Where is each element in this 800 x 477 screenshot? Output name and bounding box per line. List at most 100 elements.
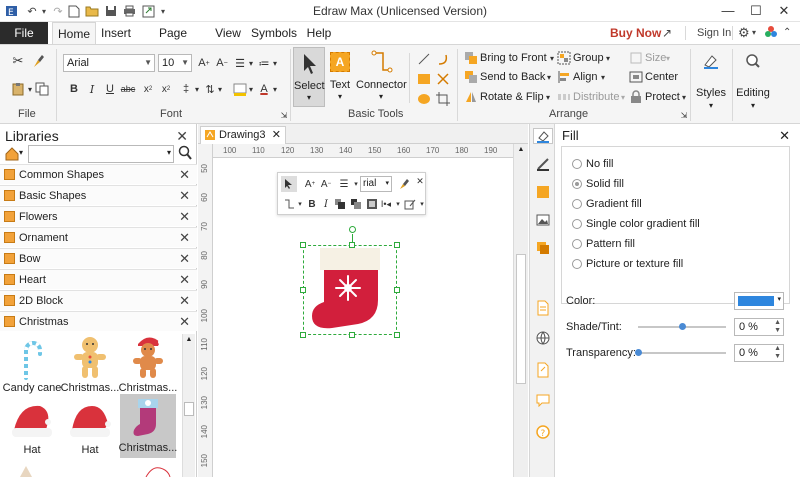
canvas-vertical-scrollbar[interactable]: ▲ xyxy=(513,144,528,477)
center-icon[interactable] xyxy=(628,69,644,85)
line-tool-icon[interactable] xyxy=(416,51,432,67)
superscript-icon[interactable]: x2 xyxy=(158,81,174,97)
minimize-button[interactable]: — xyxy=(718,2,738,20)
shade-tint-slider-knob[interactable] xyxy=(679,323,686,330)
scroll-thumb[interactable] xyxy=(184,402,194,416)
styles-button[interactable]: Styles ▾ xyxy=(694,47,728,117)
search-icon[interactable] xyxy=(178,145,192,164)
copy-icon[interactable] xyxy=(34,81,50,97)
bring-to-front-icon[interactable] xyxy=(332,196,348,212)
library-shape-thumbnail[interactable]: Candy cane xyxy=(3,334,61,398)
shade-tint-input[interactable]: 0 % ▲ ▼ xyxy=(734,318,784,336)
library-shape-thumbnail[interactable]: Christmas... xyxy=(61,334,119,398)
bring-to-front-button[interactable]: Bring to Front xyxy=(480,52,547,64)
bring-to-front-icon[interactable] xyxy=(463,50,479,66)
brush-icon[interactable] xyxy=(30,53,46,69)
edit-shape-dropdown-icon[interactable]: ▾ xyxy=(414,196,430,212)
shrink-font-icon[interactable]: A − xyxy=(318,176,334,192)
resize-handle[interactable] xyxy=(394,332,400,338)
shrink-font-icon[interactable]: A − xyxy=(214,55,230,71)
library-category[interactable]: Christmas ✕ xyxy=(0,311,197,331)
transparency-input[interactable]: 0 % ▲ ▼ xyxy=(734,344,784,362)
library-category[interactable]: Flowers ✕ xyxy=(0,206,197,226)
spinner-arrows-icon[interactable]: ▲ ▼ xyxy=(774,345,781,361)
radio-button[interactable] xyxy=(572,179,582,189)
ellipse-tool-icon[interactable] xyxy=(416,91,432,107)
theme-icon[interactable] xyxy=(764,25,778,41)
grow-font-icon[interactable]: A + xyxy=(196,55,212,71)
close-icon[interactable]: ✕ xyxy=(179,188,190,204)
radio-button[interactable] xyxy=(572,239,582,249)
gear-icon[interactable]: ⚙ xyxy=(738,25,750,41)
distribute-button[interactable]: Distribute xyxy=(573,91,619,103)
resize-handle[interactable] xyxy=(349,242,355,248)
font-family-select[interactable]: Arial ▼ xyxy=(63,54,155,72)
radio-button[interactable] xyxy=(572,199,582,209)
distribute-icon[interactable] xyxy=(556,89,572,105)
select-tool-button[interactable]: Select ▾ xyxy=(293,47,325,107)
send-to-back-dropdown-icon[interactable]: ▾ xyxy=(541,69,557,85)
tab-page-layout[interactable]: Page Layout xyxy=(140,22,206,62)
library-dropdown-icon[interactable]: ▾ xyxy=(19,148,23,157)
fill-icon[interactable] xyxy=(533,128,553,144)
rotate-handle[interactable] xyxy=(349,226,356,233)
line-style-icon[interactable] xyxy=(535,156,551,172)
library-category[interactable]: 2D Block ✕ xyxy=(0,290,197,310)
format-painter-icon[interactable] xyxy=(396,176,412,192)
library-category[interactable]: Basic Shapes ✕ xyxy=(0,185,197,205)
crop-tool-icon[interactable] xyxy=(435,91,451,107)
radio-button[interactable] xyxy=(572,259,582,269)
close-icon[interactable]: ✕ xyxy=(179,209,190,225)
underline-icon[interactable]: U xyxy=(102,81,118,97)
center-button[interactable]: Center xyxy=(645,71,678,83)
collapse-ribbon-icon[interactable]: ⌃ xyxy=(783,25,791,41)
send-to-back-button[interactable]: Send to Back xyxy=(480,71,545,83)
home-icon[interactable] xyxy=(4,146,20,165)
library-category[interactable]: Heart ✕ xyxy=(0,269,197,289)
tab-help[interactable]: Help xyxy=(304,22,334,44)
resize-handle[interactable] xyxy=(300,332,306,338)
close-icon[interactable]: ✕ xyxy=(272,127,281,143)
align-icon[interactable] xyxy=(556,69,572,85)
settings-dropdown-icon[interactable]: ▾ xyxy=(752,25,756,41)
rotate-flip-button[interactable]: Rotate & Flip xyxy=(480,91,544,103)
grow-font-icon[interactable]: A + xyxy=(302,176,318,192)
color-picker[interactable]: ▾ xyxy=(734,292,784,310)
scroll-up-icon[interactable]: ▲ xyxy=(184,336,194,348)
attachment-icon[interactable] xyxy=(535,362,551,378)
close-icon[interactable]: ✕ xyxy=(179,314,190,330)
cross-tool-icon[interactable] xyxy=(435,71,451,87)
text-tool-button[interactable]: A Text ▾ xyxy=(328,47,352,107)
strikethrough-icon[interactable]: abc xyxy=(120,81,136,97)
comment-icon[interactable] xyxy=(535,392,551,408)
library-category[interactable]: Ornament ✕ xyxy=(0,227,197,247)
arc-tool-icon[interactable] xyxy=(435,51,451,67)
close-icon[interactable]: ✕ xyxy=(779,128,790,144)
library-shape-thumbnail-selected[interactable]: Christmas... xyxy=(119,394,177,458)
format-painter-icon[interactable]: ✂ xyxy=(10,53,26,69)
radio-button[interactable] xyxy=(572,159,582,169)
library-shape-thumbnail[interactable]: Hat xyxy=(4,396,60,460)
close-button[interactable]: ✕ xyxy=(774,2,794,20)
rectangle-tool-icon[interactable] xyxy=(416,71,432,87)
protect-button[interactable]: Protect xyxy=(645,91,680,103)
bullet-dropdown-icon[interactable]: ▾ xyxy=(267,55,283,71)
library-search-input[interactable]: ▾ xyxy=(28,145,174,163)
size-icon[interactable] xyxy=(628,50,644,66)
resize-handle[interactable] xyxy=(394,287,400,293)
rotate-flip-icon[interactable] xyxy=(463,89,479,105)
tab-symbols[interactable]: Symbols xyxy=(250,22,298,44)
lock-icon[interactable] xyxy=(628,89,644,105)
close-icon[interactable]: ✕ xyxy=(179,230,190,246)
close-icon[interactable]: ✕ xyxy=(179,251,190,267)
font-color-dropdown-icon[interactable]: ▾ xyxy=(267,81,283,97)
transparency-slider[interactable] xyxy=(638,352,726,354)
image-icon[interactable] xyxy=(535,212,551,228)
subscript-icon[interactable]: x2 xyxy=(140,81,156,97)
connector-tool-button[interactable]: Connector ▾ xyxy=(356,47,407,107)
group-button[interactable]: Group xyxy=(573,52,604,64)
maximize-button[interactable]: ☐ xyxy=(746,2,766,20)
library-shape-thumbnail[interactable]: Hat xyxy=(62,396,118,460)
spinner-arrows-icon[interactable]: ▲ ▼ xyxy=(774,319,781,335)
send-to-back-icon[interactable] xyxy=(348,196,364,212)
